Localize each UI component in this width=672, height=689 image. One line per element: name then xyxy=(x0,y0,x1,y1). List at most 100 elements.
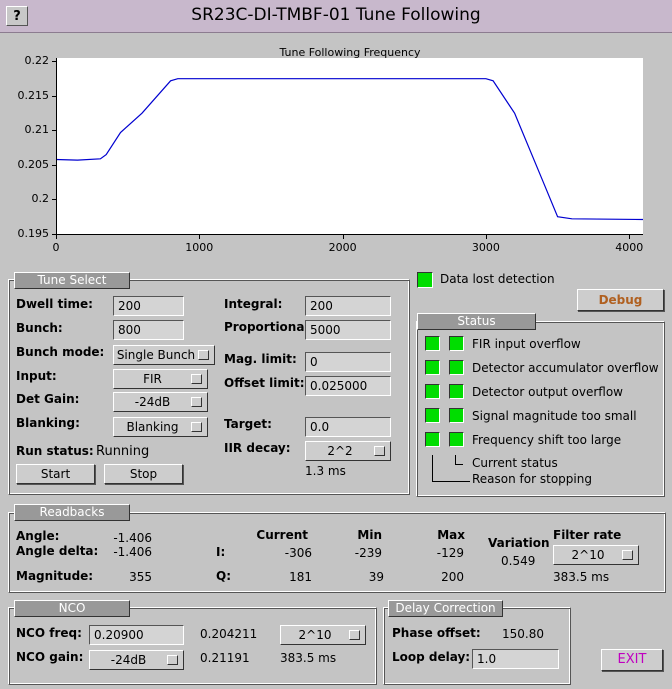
mag-limit-input[interactable]: 0 xyxy=(305,352,391,372)
run-status-value: Running xyxy=(96,444,150,459)
x-tick-mark xyxy=(56,234,57,239)
status-item-label: Frequency shift too large xyxy=(472,433,622,447)
bunch-input[interactable]: 800 xyxy=(113,320,184,340)
menu-indicator-icon xyxy=(374,446,385,456)
loop-delay-input[interactable]: 1.0 xyxy=(472,649,559,669)
menu-indicator-icon xyxy=(198,350,209,360)
y-tick-label: 0.195 xyxy=(17,227,50,240)
blanking-value: Blanking xyxy=(126,420,179,434)
reason-led xyxy=(425,384,440,399)
status-item-label: Detector output overflow xyxy=(472,385,623,399)
debug-button[interactable]: Debug xyxy=(577,289,664,311)
status-title: Status xyxy=(417,313,536,330)
y-tick-label: 0.205 xyxy=(17,157,50,171)
y-axis xyxy=(56,58,57,235)
angle-delta-label: Angle delta: xyxy=(16,544,99,558)
loop-delay-label: Loop delay: xyxy=(392,650,471,664)
nco-gain-menu[interactable]: -24dB xyxy=(89,650,184,670)
y-tick-mark xyxy=(52,61,56,63)
det-gain-menu[interactable]: -24dB xyxy=(113,392,208,412)
current-status-led xyxy=(449,336,464,351)
menu-indicator-icon xyxy=(622,550,633,560)
y-tick-mark xyxy=(52,130,56,132)
window-title: SR23C-DI-TMBF-01 Tune Following xyxy=(191,5,481,25)
run-status-label: Run status: xyxy=(16,444,94,458)
exit-button[interactable]: EXIT xyxy=(601,649,663,671)
x-tick-label: 4000 xyxy=(615,241,644,254)
x-tick-mark xyxy=(199,234,201,239)
proportional-input[interactable]: 5000 xyxy=(305,320,391,340)
i-min: -239 xyxy=(354,546,382,560)
iir-decay-value: 2^2 xyxy=(327,444,353,458)
target-label: Target: xyxy=(224,417,272,431)
data-lost-label: Data lost detection xyxy=(440,272,555,286)
blanking-label: Blanking: xyxy=(16,416,80,430)
filter-rate-menu[interactable]: 2^10 xyxy=(553,545,639,565)
q-min: 39 xyxy=(368,570,384,584)
data-lost-led xyxy=(417,272,433,288)
bunch-label: Bunch: xyxy=(16,321,63,335)
offset-limit-input[interactable]: 0.025000 xyxy=(305,376,391,396)
magnitude-value: 355 xyxy=(129,570,152,584)
iir-decay-menu[interactable]: 2^2 xyxy=(305,441,391,461)
y-tick-mark xyxy=(52,95,56,97)
variation-label: Variation xyxy=(488,536,550,550)
y-tick-label: 0.2 xyxy=(31,192,50,206)
det-gain-label: Det Gain: xyxy=(16,392,80,406)
angle-value: -1.406 xyxy=(113,531,152,545)
iir-decay-label: IIR decay: xyxy=(224,441,291,455)
y-tick-label: 0.21 xyxy=(24,123,50,137)
q-max: 200 xyxy=(441,570,464,584)
input-menu[interactable]: FIR xyxy=(113,369,208,389)
plot-area xyxy=(55,58,644,234)
reason-led xyxy=(425,336,440,351)
current-header: Current xyxy=(256,528,308,542)
nco-gain-value: -24dB xyxy=(110,653,147,667)
current-status-legend: Current status xyxy=(472,456,558,470)
input-label: Input: xyxy=(16,369,57,383)
integral-input[interactable]: 200 xyxy=(305,296,391,316)
blanking-menu[interactable]: Blanking xyxy=(113,417,208,437)
nco-freq-input[interactable]: 0.20900 xyxy=(89,625,184,645)
input-value: FIR xyxy=(143,372,162,386)
readbacks-title: Readbacks xyxy=(14,504,130,521)
i-label: I: xyxy=(216,545,226,559)
max-header: Max xyxy=(437,528,465,542)
phase-offset-label: Phase offset: xyxy=(392,626,481,640)
mag-limit-label: Mag. limit: xyxy=(224,352,297,366)
iir-decay-ms: 1.3 ms xyxy=(305,464,346,478)
current-status-led xyxy=(449,360,464,375)
mode-label: Bunch mode: xyxy=(16,345,105,359)
frequency-series-line xyxy=(55,78,644,221)
start-button[interactable]: Start xyxy=(16,464,95,484)
dwell-input[interactable]: 200 xyxy=(113,296,184,316)
menu-indicator-icon xyxy=(167,655,178,665)
reason-led xyxy=(425,408,440,423)
tune-select-title: Tune Select xyxy=(14,272,130,289)
filter-rate-label: Filter rate xyxy=(553,528,622,542)
nco-gain-label: NCO gain: xyxy=(16,650,84,664)
stop-button[interactable]: Stop xyxy=(104,464,183,484)
reason-led xyxy=(425,432,440,447)
y-tick-label: 0.22 xyxy=(24,54,50,68)
q-label: Q: xyxy=(216,569,231,583)
y-tick-mark xyxy=(52,164,56,166)
filter-rate-value: 2^10 xyxy=(571,548,605,562)
y-tick-mark xyxy=(52,199,56,201)
min-header: Min xyxy=(357,528,382,542)
status-item-label: Signal magnitude too small xyxy=(472,409,637,423)
y-tick-label: 0.215 xyxy=(17,88,50,102)
x-tick-label: 3000 xyxy=(471,241,500,254)
x-tick-mark xyxy=(485,234,487,239)
title-bar: ? SR23C-DI-TMBF-01 Tune Following xyxy=(0,0,672,33)
menu-indicator-icon xyxy=(191,422,202,432)
i-current: -306 xyxy=(284,546,312,560)
bunch-mode-menu[interactable]: Single Bunch xyxy=(113,345,215,365)
filter-rate-ms: 383.5 ms xyxy=(553,570,610,584)
target-input[interactable]: 0.0 xyxy=(305,417,391,437)
nco-rate-ms: 383.5 ms xyxy=(280,651,337,665)
nco-rate-menu[interactable]: 2^10 xyxy=(280,625,366,645)
dwell-label: Dwell time: xyxy=(16,297,93,311)
current-status-led xyxy=(449,384,464,399)
i-max: -129 xyxy=(436,546,464,560)
